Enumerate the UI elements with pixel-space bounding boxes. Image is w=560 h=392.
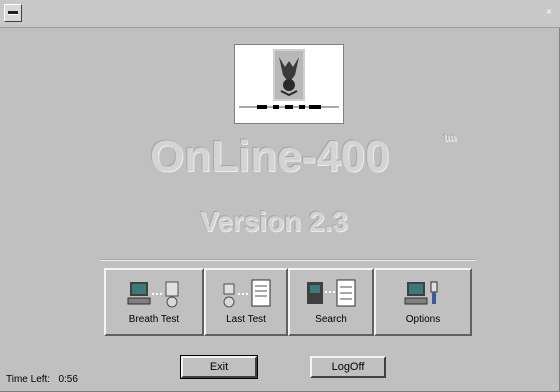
- last-test-button[interactable]: Last Test: [204, 268, 288, 336]
- options-button[interactable]: Options: [374, 268, 472, 336]
- breath-test-icon: [127, 281, 179, 308]
- search-icon: [307, 279, 356, 307]
- close-icon: ×: [546, 7, 552, 18]
- close-button[interactable]: ×: [542, 6, 556, 20]
- search-button[interactable]: Search: [288, 268, 374, 336]
- search-label: Search: [315, 314, 347, 325]
- time-left-status: Time Left: 0:56: [6, 374, 78, 385]
- trademark-mark: tm: [444, 133, 457, 144]
- breath-test-label: Breath Test: [128, 314, 180, 325]
- version-label: Version 2.3: [200, 206, 348, 237]
- time-left-label: Time Left:: [6, 374, 51, 385]
- main-window: × OnLine-400 tm Version 2.3 Breath Test …: [0, 0, 560, 392]
- breath-test-button[interactable]: Breath Test: [104, 268, 204, 336]
- system-menu-icon: [8, 11, 18, 15]
- product-logo-image: [234, 44, 344, 124]
- last-test-icon: [223, 279, 271, 308]
- last-test-label: Last Test: [226, 314, 266, 325]
- divider: [100, 259, 476, 261]
- device-logo-icon: [239, 49, 339, 109]
- time-left-value: 0:56: [58, 374, 78, 385]
- logoff-button[interactable]: LogOff: [310, 356, 386, 378]
- main-toolbar: Breath Test Last Test Search Options: [104, 268, 472, 336]
- options-icon: [404, 281, 438, 305]
- app-name-title: OnLine-400: [150, 132, 390, 181]
- options-label: Options: [405, 314, 441, 325]
- system-menu-button[interactable]: [4, 4, 22, 22]
- title-bar: ×: [0, 0, 560, 28]
- exit-button[interactable]: Exit: [180, 355, 258, 379]
